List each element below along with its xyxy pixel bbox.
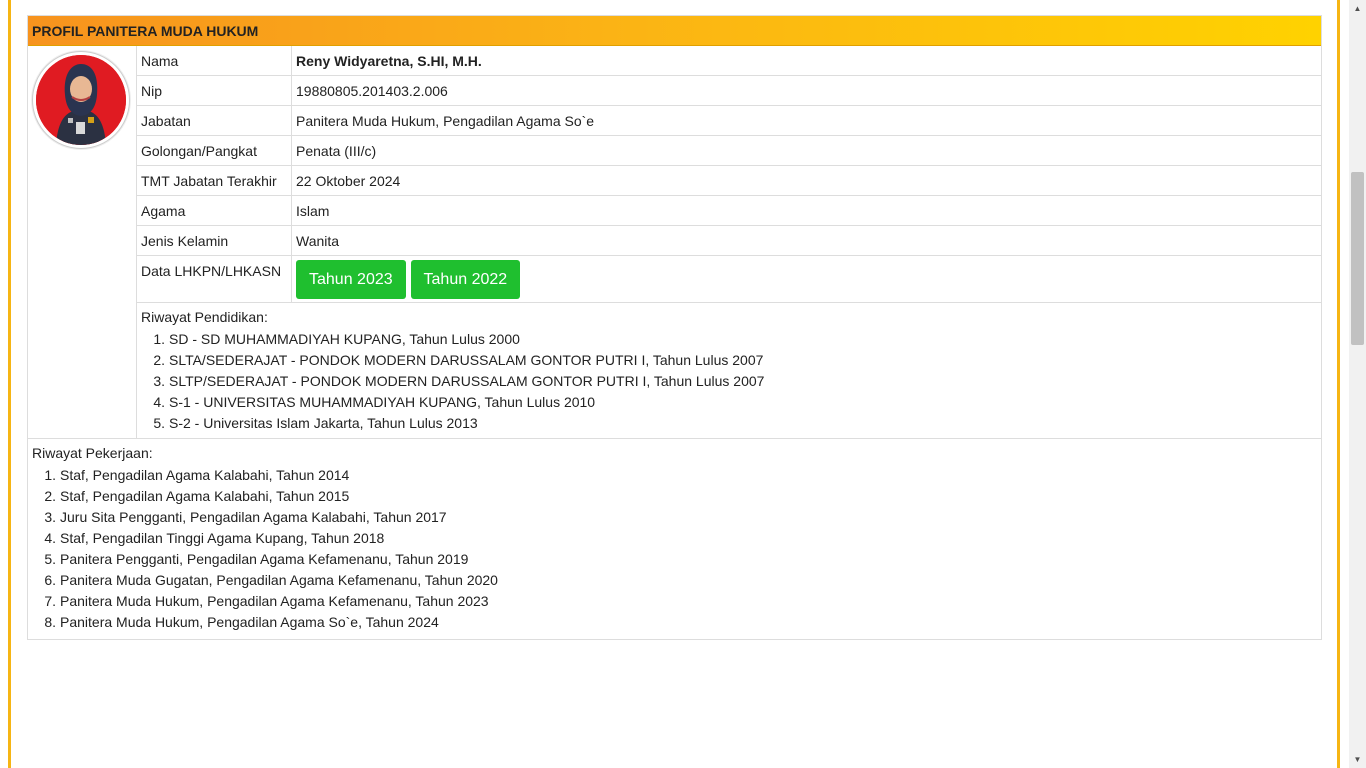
education-heading: Riwayat Pendidikan: [141, 309, 268, 325]
tahun-2022-button[interactable]: Tahun 2022 [410, 260, 521, 299]
label-nama: Nama [137, 46, 292, 75]
profile-top-section: Nama Reny Widyaretna, S.HI, M.H. Nip 198… [28, 46, 1321, 439]
profile-photo-illustration [36, 55, 126, 145]
work-item-text: Staf, Pengadilan Tinggi Agama Kupang, Ta… [60, 530, 385, 546]
row-jabatan: Jabatan Panitera Muda Hukum, Pengadilan … [137, 106, 1321, 136]
row-nama: Nama Reny Widyaretna, S.HI, M.H. [137, 46, 1321, 76]
label-nip: Nip [137, 76, 292, 105]
row-agama: Agama Islam [137, 196, 1321, 226]
scrollbar-thumb[interactable] [1351, 172, 1364, 345]
work-item-text: Panitera Pengganti, Pengadilan Agama Kef… [60, 551, 469, 567]
row-lhkpn: Data LHKPN/LHKASN Tahun 2023 Tahun 2022 [137, 256, 1321, 303]
list-item: 2. SLTA/SEDERAJAT - PONDOK MODERN DARUSSA… [153, 352, 764, 368]
avatar [32, 51, 130, 149]
tahun-2023-button[interactable]: Tahun 2023 [296, 260, 406, 299]
value-nama: Reny Widyaretna, S.HI, M.H. [296, 53, 482, 69]
list-item: 5. S-2 - Universitas Islam Jakarta, Tahun… [153, 415, 478, 431]
work-item-text: Panitera Muda Gugatan, Pengadilan Agama … [60, 572, 498, 588]
value-nip: 19880805.201403.2.006 [296, 83, 448, 99]
row-golongan: Golongan/Pangkat Penata (III/c) [137, 136, 1321, 166]
list-item: 3. Juru Sita Pengganti, Pengadilan Agama … [44, 509, 447, 525]
list-item: 4. S-1 - UNIVERSITAS MUHAMMADIYAH KUPANG,… [153, 394, 596, 410]
education-item-text: S-1 - UNIVERSITAS MUHAMMADIYAH KUPANG, T… [169, 394, 596, 410]
value-golongan: Penata (III/c) [296, 143, 377, 159]
education-item-text: SLTA/SEDERAJAT - PONDOK MODERN DARUSSALA… [169, 352, 764, 368]
value-tmt: 22 Oktober 2024 [296, 173, 401, 189]
chevron-up-icon[interactable]: ▲ [1349, 0, 1366, 17]
value-agama: Islam [296, 203, 330, 219]
label-jenis-kelamin: Jenis Kelamin [137, 226, 292, 255]
education-item-text: SD - SD MUHAMMADIYAH KUPANG, Tahun Lulus… [169, 331, 520, 347]
label-tmt: TMT Jabatan Terakhir [137, 166, 292, 195]
list-item: 1. Staf, Pengadilan Agama Kalabahi, Tahun… [44, 467, 350, 483]
label-jabatan: Jabatan [137, 106, 292, 135]
label-lhkpn: Data LHKPN/LHKASN [137, 256, 292, 302]
work-item-text: Panitera Muda Hukum, Pengadilan Agama Ke… [60, 593, 489, 609]
label-agama: Agama [137, 196, 292, 225]
work-item-text: Panitera Muda Hukum, Pengadilan Agama So… [60, 614, 439, 630]
vertical-scrollbar[interactable]: ▲ ▼ [1349, 0, 1366, 768]
list-item: 1. SD - SD MUHAMMADIYAH KUPANG, Tahun Lul… [153, 331, 520, 347]
education-list: 1. SD - SD MUHAMMADIYAH KUPANG, Tahun Lul… [141, 329, 1321, 434]
work-item-text: Juru Sita Pengganti, Pengadilan Agama Ka… [60, 509, 447, 525]
list-item: 3. SLTP/SEDERAJAT - PONDOK MODERN DARUSSA… [153, 373, 765, 389]
row-tmt: TMT Jabatan Terakhir 22 Oktober 2024 [137, 166, 1321, 196]
list-item: 5. Panitera Pengganti, Pengadilan Agama K… [44, 551, 469, 567]
education-section: Riwayat Pendidikan: 1. SD - SD MUHAMMADIY… [137, 303, 1321, 438]
list-item: 7. Panitera Muda Hukum, Pengadilan Agama … [44, 593, 489, 609]
lhkpn-buttons: Tahun 2023 Tahun 2022 [292, 256, 1321, 302]
chevron-down-icon[interactable]: ▼ [1349, 751, 1366, 768]
profile-details: Nama Reny Widyaretna, S.HI, M.H. Nip 198… [137, 46, 1321, 438]
list-item: 6. Panitera Muda Gugatan, Pengadilan Agam… [44, 572, 498, 588]
work-heading: Riwayat Pekerjaan: [32, 445, 153, 461]
work-item-text: Staf, Pengadilan Agama Kalabahi, Tahun 2… [60, 488, 350, 504]
work-section: Riwayat Pekerjaan: 1. Staf, Pengadilan Ag… [28, 439, 1321, 639]
label-golongan: Golongan/Pangkat [137, 136, 292, 165]
list-item: 8. Panitera Muda Hukum, Pengadilan Agama … [44, 614, 439, 630]
photo-cell [28, 46, 137, 438]
panel-title: PROFIL PANITERA MUDA HUKUM [28, 16, 1321, 46]
work-item-text: Staf, Pengadilan Agama Kalabahi, Tahun 2… [60, 467, 350, 483]
profile-photo [36, 55, 126, 145]
row-nip: Nip 19880805.201403.2.006 [137, 76, 1321, 106]
list-item: 4. Staf, Pengadilan Tinggi Agama Kupang, … [44, 530, 385, 546]
education-item-text: S-2 - Universitas Islam Jakarta, Tahun L… [169, 415, 478, 431]
value-jenis-kelamin: Wanita [296, 233, 340, 249]
work-list: 1. Staf, Pengadilan Agama Kalabahi, Tahun… [32, 465, 1321, 633]
list-item: 2. Staf, Pengadilan Agama Kalabahi, Tahun… [44, 488, 350, 504]
row-jenis-kelamin: Jenis Kelamin Wanita [137, 226, 1321, 256]
value-jabatan: Panitera Muda Hukum, Pengadilan Agama So… [296, 113, 595, 129]
education-item-text: SLTP/SEDERAJAT - PONDOK MODERN DARUSSALA… [169, 373, 765, 389]
profile-panel: PROFIL PANITERA MUDA HUKUM Nama Reny Wid… [27, 15, 1322, 640]
